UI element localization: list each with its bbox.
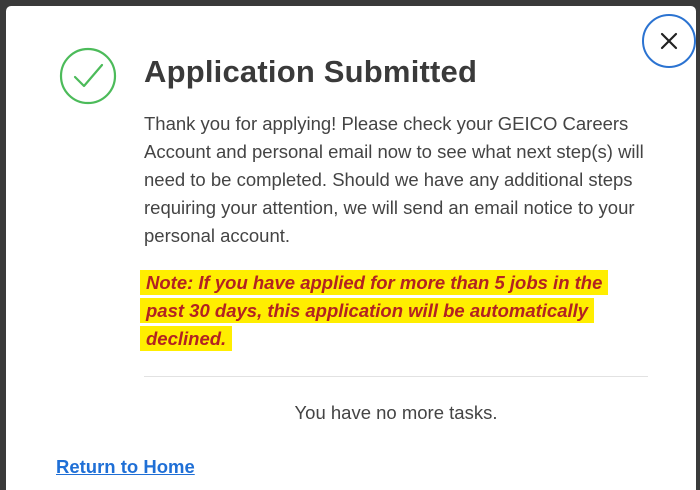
- note-highlight-text: Note: If you have applied for more than …: [140, 270, 609, 351]
- section-divider: [144, 376, 648, 377]
- close-icon: [660, 32, 678, 50]
- confirmation-message: Thank you for applying! Please check you…: [144, 113, 644, 246]
- tasks-status: You have no more tasks.: [294, 402, 498, 423]
- check-circle-icon: [59, 47, 117, 105]
- application-submitted-dialog: Application Submitted Thank you for appl…: [6, 6, 696, 490]
- return-to-home-link[interactable]: Return to Home: [56, 456, 195, 478]
- job-limit-note: Note: If you have applied for more than …: [140, 269, 630, 353]
- dialog-title: Application Submitted: [144, 54, 478, 89]
- close-button[interactable]: [642, 14, 696, 68]
